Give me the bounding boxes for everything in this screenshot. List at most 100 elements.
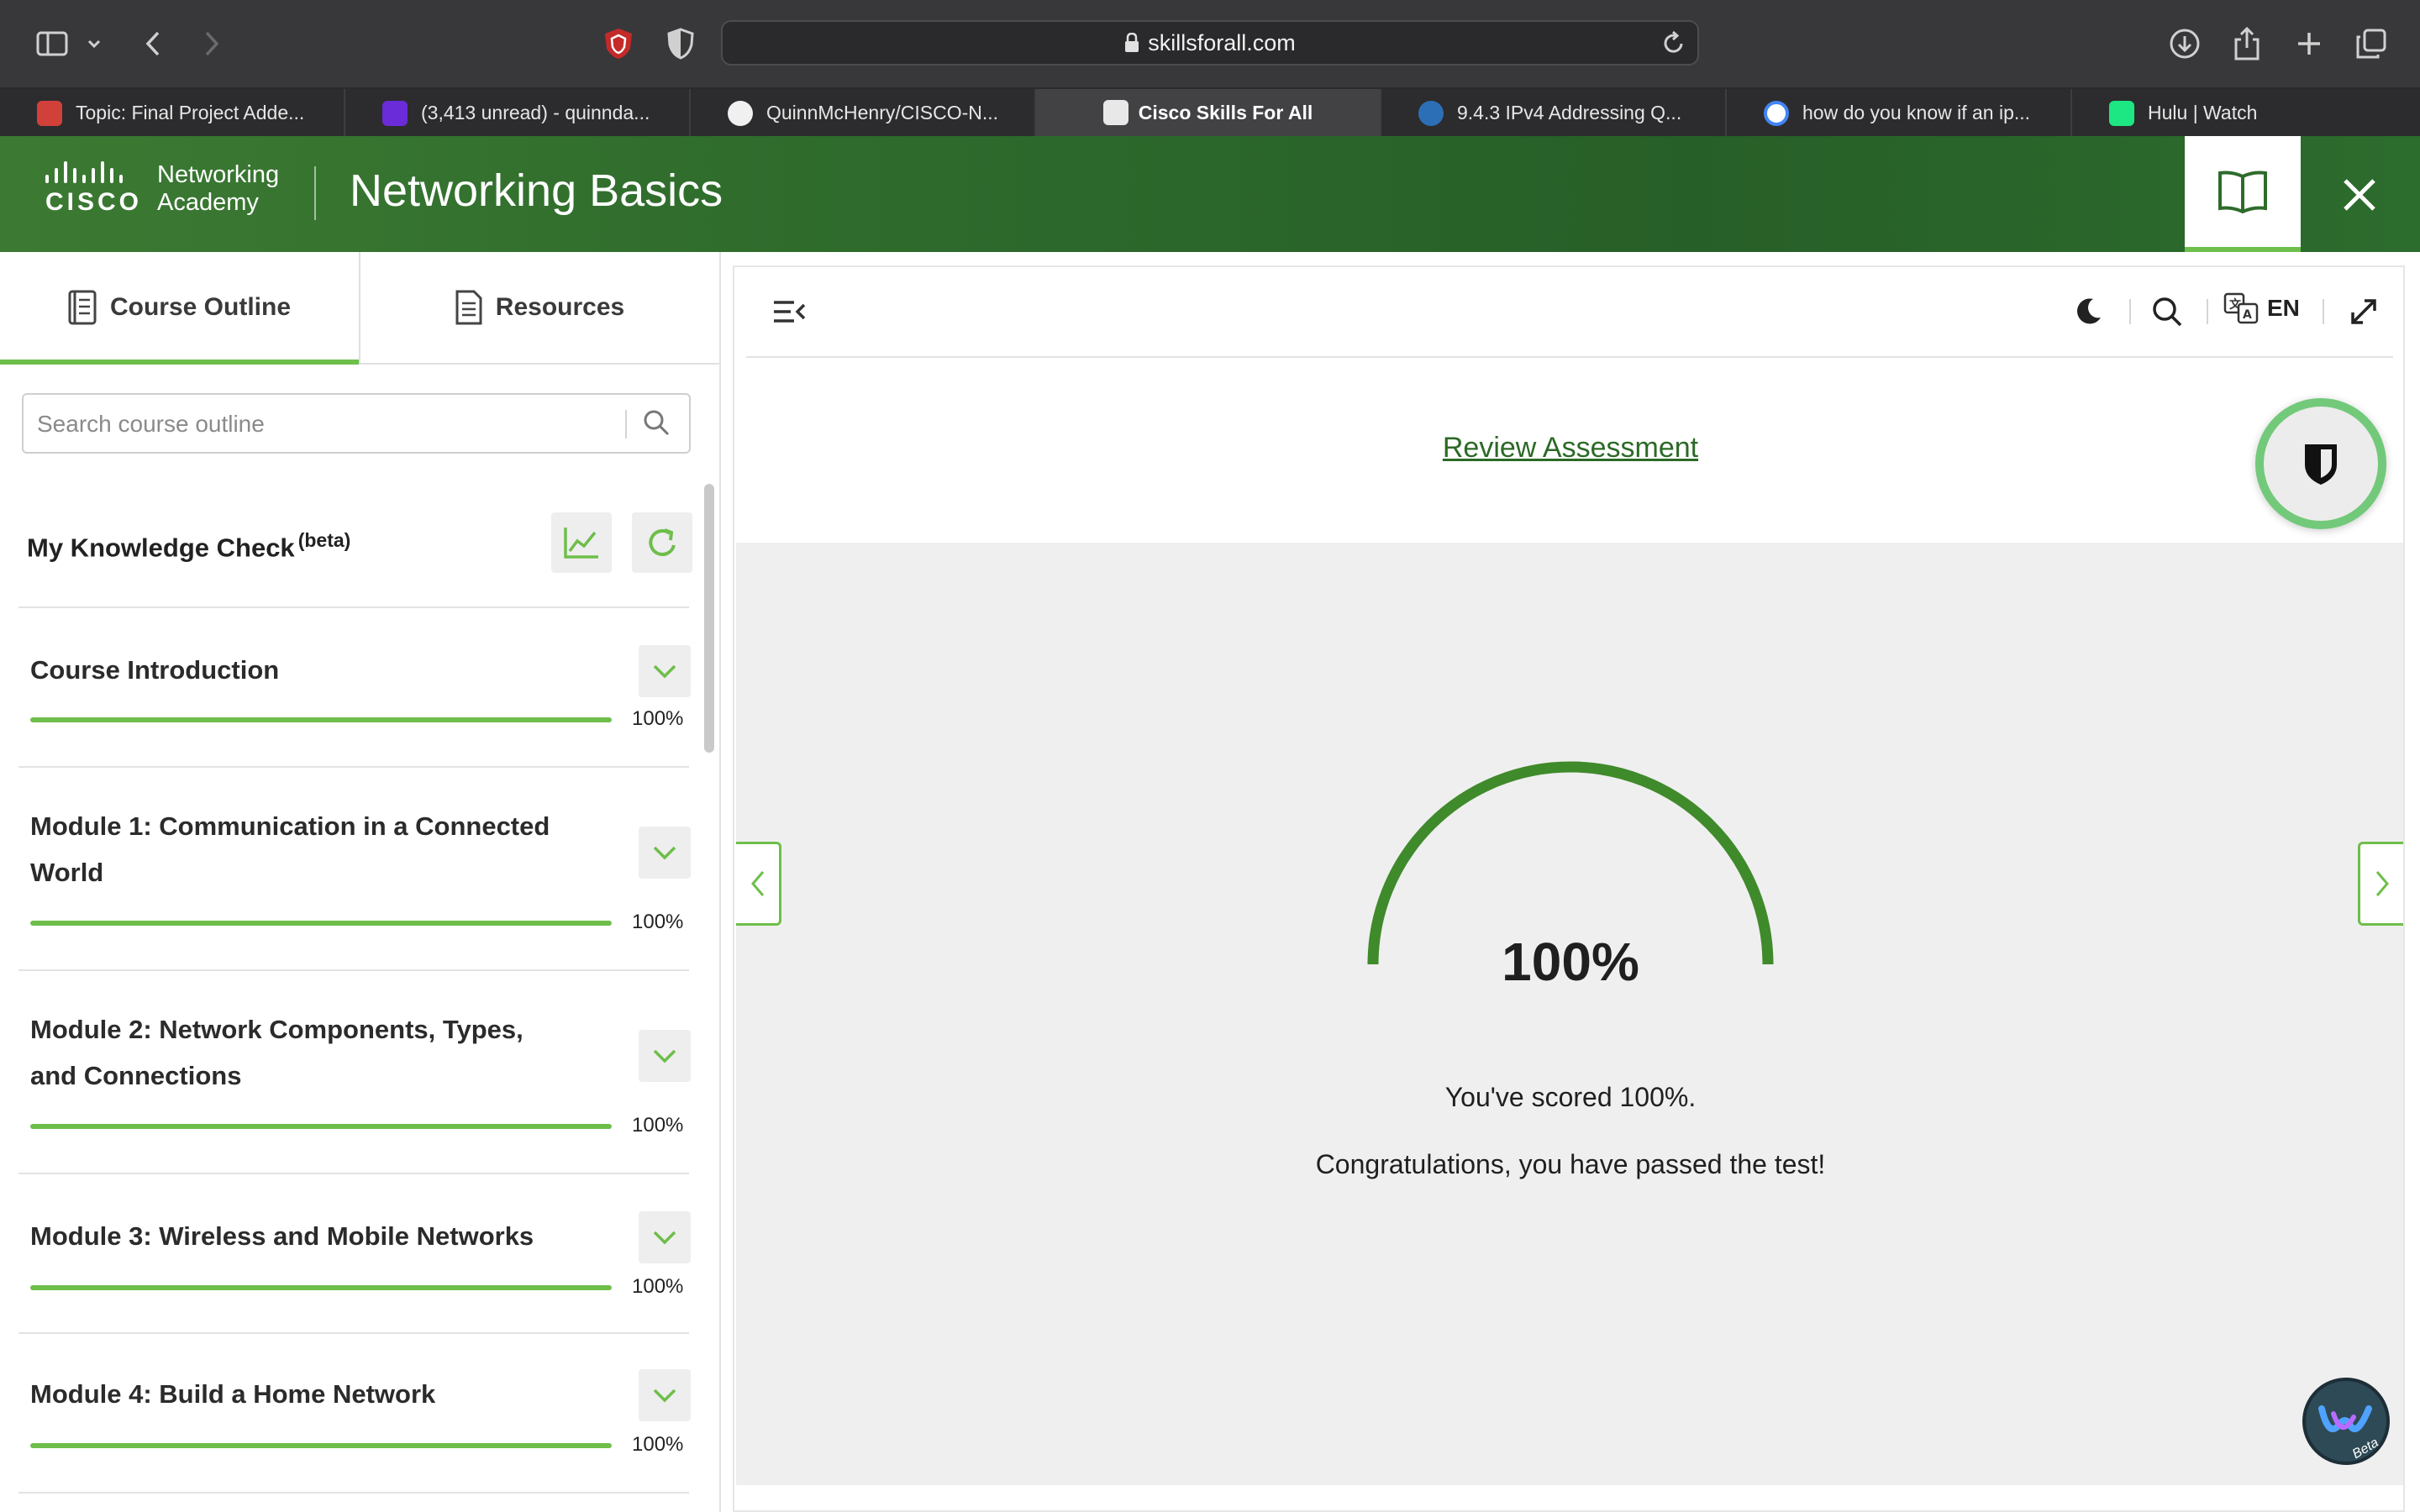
privacy-shield-icon[interactable] xyxy=(659,22,702,66)
browser-tab[interactable]: how do you know if an ip... xyxy=(1727,89,2072,136)
browser-tab[interactable]: Topic: Final Project Adde... xyxy=(0,89,345,136)
webex-icon xyxy=(2318,1405,2372,1432)
github-icon xyxy=(728,101,753,126)
reload-icon[interactable] xyxy=(1662,30,1686,60)
chevron-down-icon xyxy=(653,846,676,860)
browser-tab[interactable]: (3,413 unread) - quinnda... xyxy=(345,89,691,136)
chevron-left-icon xyxy=(750,871,764,896)
pass-message: Congratulations, you have passed the tes… xyxy=(1315,1149,1826,1179)
search-icon[interactable] xyxy=(642,408,671,441)
webex-assistant-button[interactable]: Beta xyxy=(2302,1378,2390,1465)
module-title: Course Introduction xyxy=(30,655,280,685)
outline-icon xyxy=(68,290,97,325)
module-item[interactable]: Module 2: Network Components, Types, and… xyxy=(18,969,691,1174)
module-progress-text: 100% xyxy=(632,1114,684,1137)
google-icon xyxy=(1764,101,1789,126)
content-toolbar: 文A EN xyxy=(746,267,2393,358)
tab-overview-icon[interactable] xyxy=(2349,22,2393,66)
ublock-icon[interactable] xyxy=(597,22,640,66)
course-header: CISCO Networking Academy Networking Basi… xyxy=(0,136,2420,252)
cisco-networking-academy-logo[interactable]: CISCO Networking Academy xyxy=(45,161,279,217)
shield-icon xyxy=(2305,444,2337,485)
chevron-down-icon xyxy=(653,1049,676,1063)
cisco-bars-icon xyxy=(45,161,142,183)
translate-icon: 文A xyxy=(2223,292,2259,324)
search-input[interactable] xyxy=(35,402,627,447)
share-icon[interactable] xyxy=(2225,22,2269,66)
browser-tab[interactable]: QuinnMcHenry/CISCO-N... xyxy=(691,89,1036,136)
new-tab-icon[interactable] xyxy=(2287,22,2331,66)
module-progress-bar xyxy=(30,1443,612,1448)
browser-tab-strip: Topic: Final Project Adde... (3,413 unre… xyxy=(0,89,2420,136)
browser-tab[interactable]: 9.4.3 IPv4 Addressing Q... xyxy=(1381,89,1727,136)
module-title: Module 4: Build a Home Network xyxy=(30,1379,436,1409)
close-icon xyxy=(2344,179,2375,211)
expand-module-button[interactable] xyxy=(639,1211,691,1263)
module-progress-text: 100% xyxy=(632,1433,684,1456)
sidebar-toggle-icon[interactable] xyxy=(30,22,74,66)
line-chart-icon xyxy=(564,528,598,559)
module-title: Module 2: Network Components, Types, and… xyxy=(30,1015,523,1090)
url-text: skillsforall.com xyxy=(1148,29,1296,55)
course-outline-search xyxy=(22,393,691,454)
previous-page-button[interactable] xyxy=(736,842,781,926)
sidebar-tabs: Course Outline Resources xyxy=(0,252,719,365)
document-icon xyxy=(455,290,482,325)
browser-tab-active[interactable]: Cisco Skills For All xyxy=(1036,89,1381,136)
module-item[interactable]: Module 4: Build a Home Network 100% xyxy=(18,1332,691,1494)
chevron-right-icon xyxy=(2375,871,2389,896)
module-item[interactable]: Course Introduction 100% xyxy=(18,608,691,768)
yahoo-mail-icon xyxy=(382,101,408,126)
score-message: You've scored 100%. xyxy=(1444,1082,1697,1112)
collapse-menu-icon[interactable] xyxy=(768,291,810,333)
expand-module-button[interactable] xyxy=(639,1030,691,1082)
module-progress-text: 100% xyxy=(632,707,684,730)
score-value: 100% xyxy=(1502,932,1639,992)
module-progress-bar xyxy=(30,921,612,926)
tab-course-outline[interactable]: Course Outline xyxy=(0,252,360,365)
dark-mode-icon[interactable] xyxy=(2067,291,2109,333)
chevron-down-icon[interactable] xyxy=(77,22,111,66)
module-title: Module 1: Communication in a Connected W… xyxy=(30,811,550,887)
course-title: Networking Basics xyxy=(350,165,723,216)
next-page-button[interactable] xyxy=(2358,842,2403,926)
knowledge-check-stats-button[interactable] xyxy=(551,512,612,573)
itexamanswers-icon xyxy=(1418,101,1444,126)
header-divider xyxy=(314,166,316,220)
downloads-icon[interactable] xyxy=(2163,22,2207,66)
review-assessment-link[interactable]: Review Assessment xyxy=(734,432,2407,465)
fullscreen-icon[interactable] xyxy=(2343,291,2385,333)
module-progress-bar xyxy=(30,1124,612,1129)
module-item[interactable]: Module 3: Wireless and Mobile Networks 1… xyxy=(18,1173,691,1334)
bitwarden-shield-button[interactable] xyxy=(2255,398,2386,529)
sidebar-scrollbar[interactable] xyxy=(704,484,714,753)
knowledge-check-title: My Knowledge Check (beta) xyxy=(27,529,351,563)
browser-toolbar: skillsforall.com xyxy=(0,0,2420,89)
knowledge-check-refresh-button[interactable] xyxy=(632,512,692,573)
canvas-icon xyxy=(37,101,62,126)
expand-module-button[interactable] xyxy=(639,1369,691,1421)
search-icon[interactable] xyxy=(2146,291,2188,333)
hulu-icon xyxy=(2109,101,2134,126)
address-bar[interactable]: skillsforall.com xyxy=(721,20,1699,66)
forward-icon[interactable] xyxy=(190,22,234,66)
module-progress-bar xyxy=(30,1285,612,1290)
expand-module-button[interactable] xyxy=(639,645,691,697)
language-selector[interactable]: 文A EN xyxy=(2223,292,2300,324)
lock-icon xyxy=(1125,33,1139,52)
close-button[interactable] xyxy=(2326,161,2393,228)
module-progress-bar xyxy=(30,717,612,722)
module-item[interactable]: Module 1: Communication in a Connected W… xyxy=(18,766,691,971)
content-footer xyxy=(736,1485,2403,1504)
back-icon[interactable] xyxy=(131,22,175,66)
cisco-wordmark: CISCO xyxy=(45,188,143,216)
book-button[interactable] xyxy=(2185,136,2301,252)
chevron-down-icon xyxy=(653,1389,676,1403)
expand-module-button[interactable] xyxy=(639,827,691,879)
chevron-down-icon xyxy=(653,1231,676,1245)
tab-resources[interactable]: Resources xyxy=(360,252,719,363)
content-panel: 文A EN Review Assessment 100% You've scor… xyxy=(733,265,2405,1512)
beta-badge: (beta) xyxy=(297,529,351,551)
browser-tab[interactable]: Hulu | Watch xyxy=(2072,89,2417,136)
chevron-down-icon xyxy=(653,664,676,679)
